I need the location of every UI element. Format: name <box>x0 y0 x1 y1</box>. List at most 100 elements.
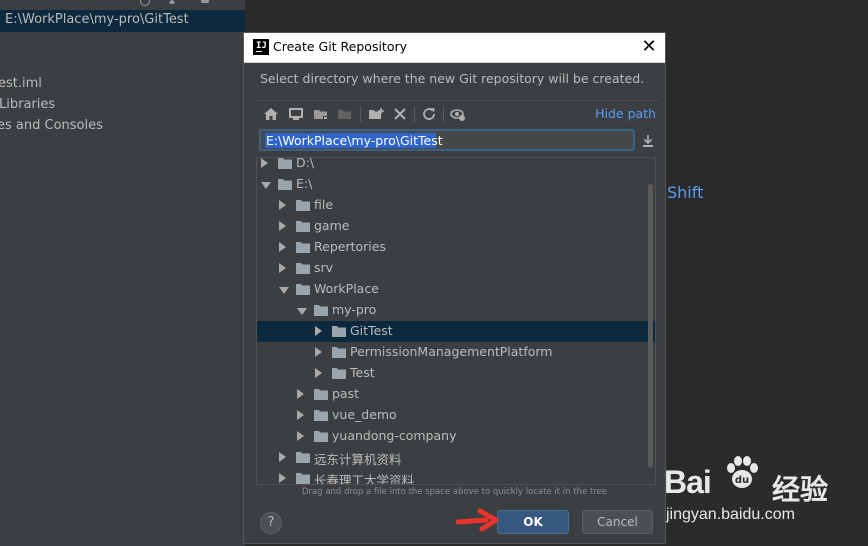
intellij-app-icon: IJ <box>253 39 269 55</box>
tree-item-iml[interactable]: est.iml <box>0 76 42 91</box>
folder-icon <box>314 305 328 316</box>
tree-row-label: GitTest <box>350 323 393 338</box>
chevron-right-icon[interactable] <box>315 368 322 378</box>
dialog-titlebar: IJ Create Git Repository ✕ <box>244 33 665 63</box>
tree-row[interactable]: Repertories <box>257 237 655 258</box>
tree-row[interactable]: GitTest <box>257 321 655 342</box>
tree-row[interactable]: srv <box>257 258 655 279</box>
folder-icon <box>296 452 310 463</box>
module-folder-icon[interactable] <box>336 105 354 123</box>
project-root-row[interactable]: E:\WorkPlace\my-pro\GitTest <box>0 10 245 32</box>
tree-row[interactable]: 长春理工大学资料 <box>257 468 655 485</box>
gear-icon[interactable] <box>201 0 209 3</box>
chevron-right-icon[interactable] <box>315 347 322 357</box>
tree-row[interactable]: D:\ <box>257 157 655 174</box>
chevron-right-icon[interactable] <box>315 326 322 336</box>
tree-row[interactable]: file <box>257 195 655 216</box>
folder-icon <box>314 431 328 442</box>
folder-icon <box>296 242 310 253</box>
chevron-right-icon[interactable] <box>279 200 286 210</box>
toolbar-separator <box>443 106 444 122</box>
watermark-url: jingyan.baidu.com <box>666 506 795 523</box>
folder-icon <box>332 326 346 337</box>
create-git-repository-dialog: IJ Create Git Repository ✕ Select direct… <box>243 32 666 544</box>
tree-row[interactable]: vue_demo <box>257 405 655 426</box>
tree-item-libraries[interactable]: Libraries <box>0 97 55 112</box>
tree-row-label: WorkPlace <box>314 281 379 296</box>
tree-row[interactable]: yuandong-company <box>257 426 655 447</box>
tree-row-label: 远东计算机资料 <box>314 452 402 467</box>
desktop-icon[interactable] <box>287 105 305 123</box>
tree-item-scratches[interactable]: es and Consoles <box>0 118 103 133</box>
folder-icon <box>332 368 346 379</box>
project-tool-window: E:\WorkPlace\my-pro\GitTest est.iml Libr… <box>0 0 246 546</box>
chevron-right-icon[interactable] <box>297 389 304 399</box>
toolbar-separator <box>414 106 415 122</box>
chevron-right-icon[interactable] <box>297 410 304 420</box>
tree-row-label: Repertories <box>314 239 386 254</box>
tree-row[interactable]: PermissionManagementPlatform <box>257 342 655 363</box>
home-icon[interactable] <box>262 105 280 123</box>
collapse-icon[interactable] <box>168 0 176 4</box>
scrollbar-thumb[interactable] <box>648 184 653 468</box>
tree-row[interactable]: WorkPlace <box>257 279 655 300</box>
tree-row[interactable]: past <box>257 384 655 405</box>
chevron-right-icon[interactable] <box>261 158 268 168</box>
project-folder-icon[interactable] <box>312 105 330 123</box>
vertical-scrollbar[interactable] <box>647 184 654 468</box>
tree-row[interactable]: Test <box>257 363 655 384</box>
chevron-right-icon[interactable] <box>279 263 286 273</box>
folder-icon <box>314 389 328 400</box>
new-folder-icon[interactable] <box>367 105 385 123</box>
ok-button[interactable]: OK <box>497 510 569 534</box>
folder-icon <box>296 284 310 295</box>
chevron-right-icon[interactable] <box>279 452 286 462</box>
shortcut-hint-text: Shift <box>667 183 704 202</box>
tree-row-label: vue_demo <box>332 407 397 422</box>
paw-logo-icon: du <box>727 456 758 488</box>
tree-row-label: D:\ <box>296 157 315 170</box>
download-icon[interactable] <box>641 134 655 148</box>
project-toolbar <box>0 0 245 8</box>
tree-row-label: srv <box>314 260 334 275</box>
show-hidden-icon[interactable] <box>449 105 467 123</box>
folder-icon <box>296 200 310 211</box>
help-button[interactable]: ? <box>260 512 282 534</box>
directory-tree[interactable]: D:\ E:\ file game Repertories srv WorkPlace my-… <box>256 157 656 485</box>
chevron-right-icon[interactable] <box>279 221 286 231</box>
dialog-title: Create Git Repository <box>273 39 408 54</box>
drag-drop-hint: Drag and drop a file into the space abov… <box>301 487 607 497</box>
chevron-right-icon[interactable] <box>279 242 286 252</box>
path-input-field[interactable]: E:\WorkPlace\my-pro\GitTest <box>259 129 635 151</box>
refresh-icon[interactable] <box>420 105 438 123</box>
cancel-button[interactable]: Cancel <box>582 510 653 534</box>
folder-icon <box>278 179 292 190</box>
watermark: Bai du 经验 jingyan.baidu.com <box>662 446 862 546</box>
chevron-right-icon[interactable] <box>297 431 304 441</box>
chevron-down-icon[interactable] <box>261 182 271 189</box>
chevron-down-icon[interactable] <box>279 287 289 294</box>
path-input-value[interactable]: E:\WorkPlace\my-pro\GitTest <box>266 133 443 148</box>
watermark-cn: 经验 <box>772 473 829 506</box>
annotation-arrow-icon <box>456 508 499 532</box>
folder-icon <box>332 347 346 358</box>
chevron-down-icon[interactable] <box>297 308 307 315</box>
tree-row-label: file <box>314 197 334 212</box>
close-button[interactable]: ✕ <box>639 37 659 57</box>
hide-path-link[interactable]: Hide path <box>595 106 656 121</box>
locate-icon[interactable] <box>140 0 150 6</box>
tree-row[interactable]: 远东计算机资料 <box>257 447 655 468</box>
project-path-label: E:\WorkPlace\my-pro\GitTest <box>5 12 189 27</box>
tree-row[interactable]: E:\ <box>257 174 655 195</box>
tree-row-label: yuandong-company <box>332 428 457 443</box>
chevron-right-icon[interactable] <box>279 473 286 483</box>
tree-row-label: 长春理工大学资料 <box>314 473 415 485</box>
folder-icon <box>314 410 328 421</box>
tree-row[interactable]: game <box>257 216 655 237</box>
tree-row-label: E:\ <box>296 176 313 191</box>
tree-row[interactable]: my-pro <box>257 300 655 321</box>
dialog-description: Select directory where the new Git repos… <box>260 71 645 86</box>
delete-icon[interactable] <box>391 105 409 123</box>
folder-icon <box>278 158 292 169</box>
folder-icon <box>296 263 310 274</box>
